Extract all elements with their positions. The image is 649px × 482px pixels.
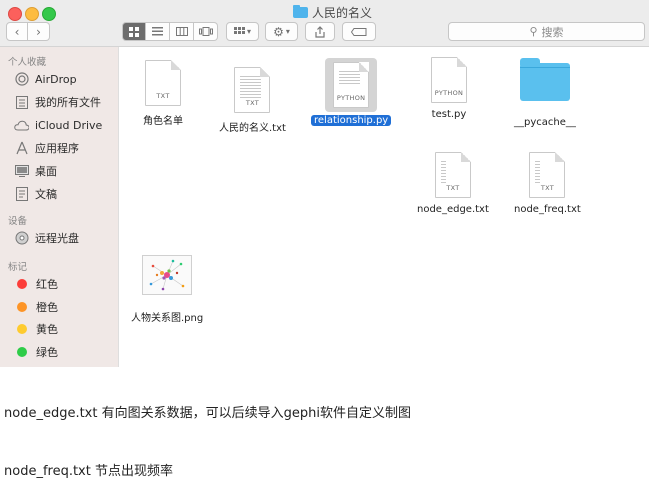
- list-icon: [152, 27, 163, 36]
- orange-tag-dot: [17, 302, 27, 312]
- chevron-right-icon: ›: [36, 24, 41, 39]
- desktop-icon: [14, 164, 29, 178]
- search-icon: ⚲: [529, 25, 538, 38]
- yellow-tag-dot: [17, 324, 27, 334]
- column-view-button[interactable]: [170, 22, 194, 41]
- python-document-icon: PYTHON: [431, 57, 467, 103]
- caption-node-freq: node_freq.txt 节点出现频率: [4, 464, 173, 479]
- sidebar-item-desktop[interactable]: 桌面: [14, 162, 57, 180]
- back-button[interactable]: ‹: [6, 22, 28, 41]
- file-name: 角色名单: [143, 116, 183, 127]
- grid-icon: [129, 26, 139, 37]
- search-field[interactable]: ⚲ 搜索: [448, 22, 645, 41]
- file-item[interactable]: PYTHON test.py: [431, 57, 467, 120]
- text-document-icon: TXT: [529, 152, 566, 198]
- sidebar-item-airdrop[interactable]: AirDrop: [14, 70, 77, 88]
- sidebar-item-label: 文稿: [35, 188, 57, 201]
- file-item[interactable]: TXT node_freq.txt: [514, 152, 581, 215]
- window-title: 人民的名义: [293, 3, 372, 21]
- sidebar-tag-yellow[interactable]: 黄色: [14, 320, 58, 338]
- sidebar-item-icloud-drive[interactable]: iCloud Drive: [14, 116, 102, 134]
- image-thumbnail-icon: [142, 255, 193, 295]
- red-tag-dot: [17, 279, 27, 289]
- sidebar-tag-green[interactable]: 绿色: [14, 343, 58, 361]
- sidebar-header-favorites: 个人收藏: [8, 57, 47, 68]
- file-item[interactable]: TXT 人民的名义.txt: [219, 67, 286, 134]
- zoom-window-button[interactable]: [42, 7, 56, 21]
- sidebar-tag-orange[interactable]: 橙色: [14, 298, 58, 316]
- text-document-icon: TXT: [434, 152, 471, 198]
- file-name: __pycache__: [514, 117, 576, 128]
- sidebar-item-label: 红色: [36, 278, 58, 291]
- sidebar-item-label: 远程光盘: [35, 232, 79, 245]
- sidebar-item-remote-disc[interactable]: 远程光盘: [14, 229, 79, 247]
- file-name: node_freq.txt: [514, 204, 581, 215]
- text-document-icon: TXT: [234, 67, 271, 113]
- file-item[interactable]: TXT 角色名单: [143, 60, 183, 127]
- file-name: relationship.py: [311, 115, 392, 126]
- share-icon: [315, 25, 325, 38]
- sidebar-item-label: 黄色: [36, 323, 58, 336]
- close-window-button[interactable]: [8, 7, 22, 21]
- finder-window: 人民的名义 ‹ › ▾ ⚙ ▾ ⚲ 搜索 个人收藏 AirDrop 我的所有文件…: [0, 0, 649, 367]
- folder-item[interactable]: __pycache__: [514, 57, 576, 128]
- forward-button[interactable]: ›: [28, 22, 50, 41]
- sidebar-item-label: iCloud Drive: [35, 118, 103, 132]
- sidebar-item-applications[interactable]: 应用程序: [14, 139, 79, 157]
- green-tag-dot: [17, 347, 27, 357]
- caption-node-edge: node_edge.txt 有向图关系数据，可以后续导入gephi软件自定义制图: [4, 406, 411, 421]
- python-document-icon: PYTHON: [333, 62, 370, 108]
- file-name: 人民的名义.txt: [219, 123, 286, 134]
- list-view-button[interactable]: [146, 22, 170, 41]
- all-files-icon: [14, 95, 29, 109]
- edit-tags-button[interactable]: [342, 22, 376, 41]
- network-graph-thumbnail: [149, 259, 185, 291]
- text-document-icon: TXT: [145, 60, 181, 106]
- search-placeholder: 搜索: [541, 25, 564, 39]
- sidebar-item-label: 应用程序: [35, 142, 79, 155]
- tag-icon: [351, 27, 367, 36]
- chevron-left-icon: ‹: [14, 24, 20, 39]
- file-name: test.py: [431, 109, 467, 120]
- documents-icon: [14, 187, 29, 201]
- sidebar: 个人收藏 AirDrop 我的所有文件 iCloud Drive 应用程序 桌面…: [0, 47, 119, 367]
- sidebar-header-tags: 标记: [8, 262, 28, 273]
- cover-flow-icon: [198, 27, 213, 36]
- folder-icon: [293, 4, 308, 18]
- gear-icon: ⚙: [273, 24, 284, 39]
- action-button[interactable]: ⚙ ▾: [265, 22, 298, 41]
- title-bar: 人民的名义 ‹ › ▾ ⚙ ▾ ⚲ 搜索: [0, 0, 649, 47]
- columns-icon: [175, 27, 188, 36]
- airdrop-icon: [14, 72, 29, 86]
- chevron-down-icon: ▾: [285, 27, 290, 36]
- chevron-down-icon: ▾: [246, 27, 251, 36]
- share-button[interactable]: [305, 22, 335, 41]
- arrange-button[interactable]: ▾: [226, 22, 259, 41]
- file-name: 人物关系图.png: [131, 313, 204, 324]
- sidebar-item-all-files[interactable]: 我的所有文件: [14, 93, 101, 111]
- sidebar-item-documents[interactable]: 文稿: [14, 185, 57, 203]
- sidebar-item-label: AirDrop: [35, 72, 77, 86]
- cloud-icon: [14, 118, 29, 132]
- applications-icon: [14, 141, 29, 155]
- file-name: node_edge.txt: [417, 204, 489, 215]
- file-item-selected[interactable]: PYTHON relationship.py: [311, 58, 392, 126]
- sidebar-header-devices: 设备: [8, 216, 28, 227]
- sidebar-item-label: 绿色: [36, 346, 58, 359]
- sidebar-item-label: 我的所有文件: [35, 96, 101, 109]
- sidebar-item-label: 桌面: [35, 165, 57, 178]
- image-file-item[interactable]: 人物关系图.png: [131, 255, 203, 324]
- cover-flow-view-button[interactable]: [194, 22, 218, 41]
- sidebar-item-label: 橙色: [36, 301, 58, 314]
- disc-icon: [14, 231, 29, 245]
- view-mode-selector: [122, 22, 218, 41]
- folder-icon: [519, 58, 570, 101]
- minimize-window-button[interactable]: [25, 7, 39, 21]
- window-title-text: 人民的名义: [312, 5, 373, 20]
- icon-view-button[interactable]: [122, 22, 146, 41]
- arrange-grid-icon: [233, 26, 245, 34]
- sidebar-tag-red[interactable]: 红色: [14, 275, 58, 293]
- file-item[interactable]: TXT node_edge.txt: [417, 152, 489, 215]
- selection-highlight: PYTHON: [325, 58, 378, 112]
